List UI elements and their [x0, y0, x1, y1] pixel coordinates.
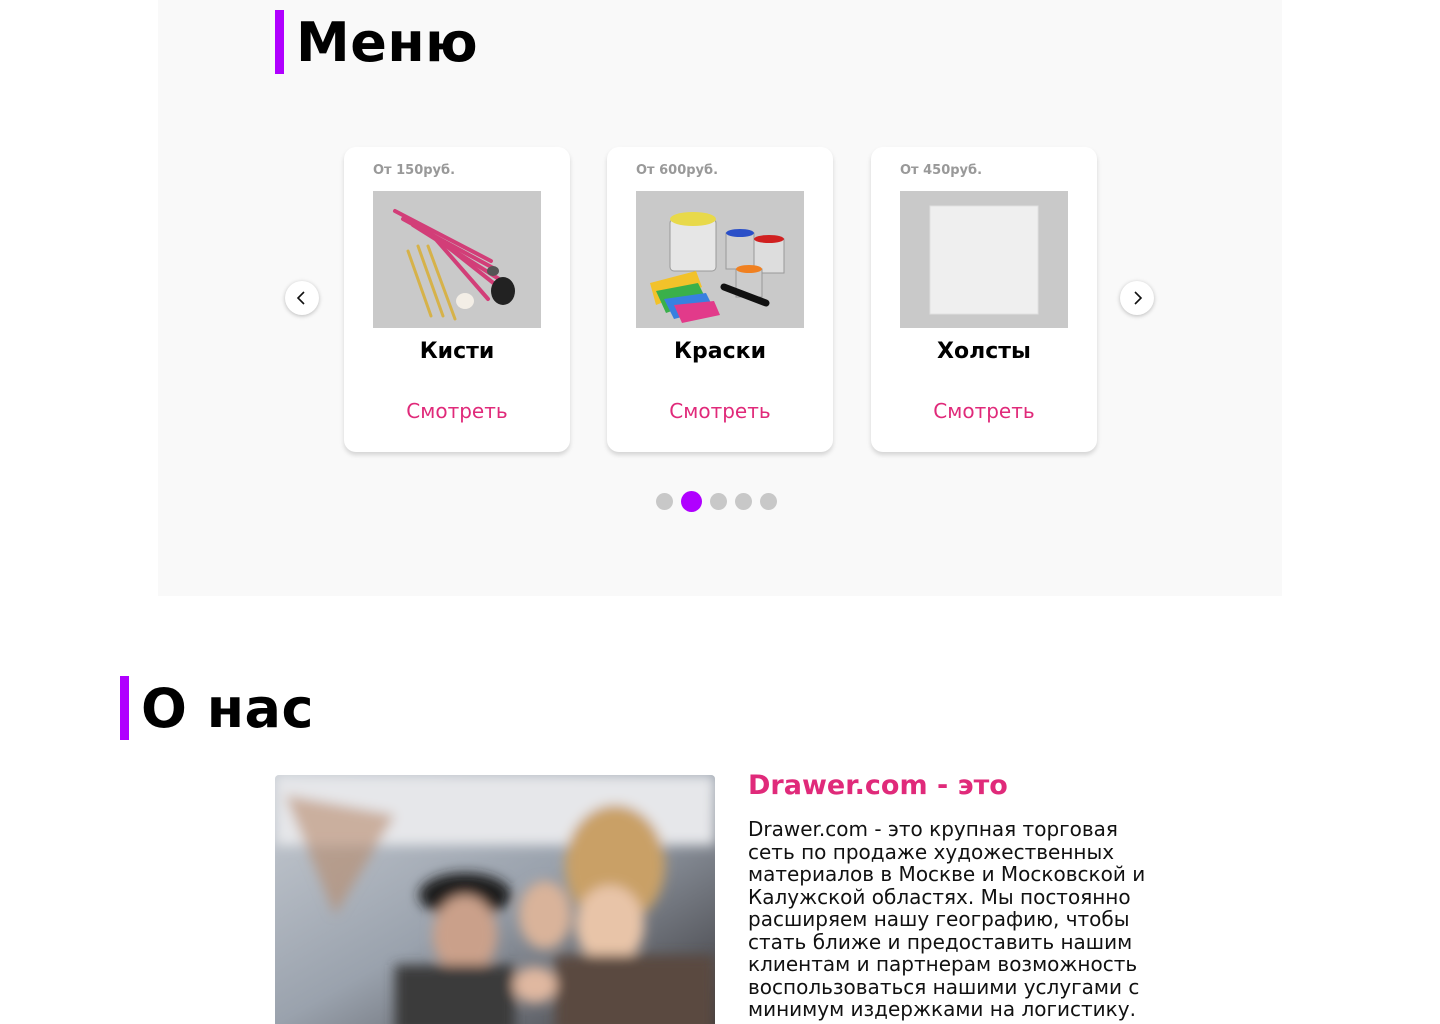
pagination-dot[interactable]	[735, 493, 752, 510]
pagination-dot-active[interactable]	[681, 491, 702, 512]
chevron-right-icon	[1134, 291, 1143, 305]
about-photo	[275, 775, 715, 1024]
view-paints-link[interactable]: Смотреть	[607, 399, 833, 423]
card-price: От 150руб.	[373, 163, 456, 178]
brushes-image	[373, 191, 541, 328]
title-accent-bar	[275, 10, 284, 74]
product-card-canvases: От 450руб. Холсты Смотреть	[871, 147, 1097, 452]
pagination-dot[interactable]	[710, 493, 727, 510]
card-price: От 450руб.	[900, 163, 983, 178]
view-brushes-link[interactable]: Смотреть	[344, 399, 570, 423]
card-name: Кисти	[419, 339, 495, 364]
carousel-next-button[interactable]	[1120, 281, 1154, 315]
about-description: Drawer.com - это крупная торговая сеть п…	[748, 817, 1146, 1021]
pagination-dot[interactable]	[656, 493, 673, 510]
menu-title: Меню	[275, 10, 478, 74]
about-heading: Drawer.com - это	[748, 770, 1008, 801]
menu-title-text: Меню	[296, 10, 479, 74]
title-accent-bar	[120, 676, 129, 740]
chevron-left-icon	[296, 291, 305, 305]
pagination-dot[interactable]	[760, 493, 777, 510]
card-price: От 600руб.	[636, 163, 719, 178]
carousel-pagination	[656, 491, 777, 512]
canvas-image	[900, 191, 1068, 328]
about-title: О нас	[120, 676, 314, 740]
card-name: Краски	[674, 339, 766, 364]
carousel-prev-button[interactable]	[285, 281, 319, 315]
product-card-brushes: От 150руб. Кисти Смотреть	[344, 147, 570, 452]
product-card-paints: От 600руб. Краски Смотреть	[607, 147, 833, 452]
menu-section: Меню От 150руб. Кисти Смотреть От 600руб…	[158, 0, 1282, 596]
view-canvases-link[interactable]: Смотреть	[871, 399, 1097, 423]
paints-image	[636, 191, 804, 328]
about-title-text: О нас	[141, 676, 314, 740]
card-name: Холсты	[937, 339, 1031, 364]
